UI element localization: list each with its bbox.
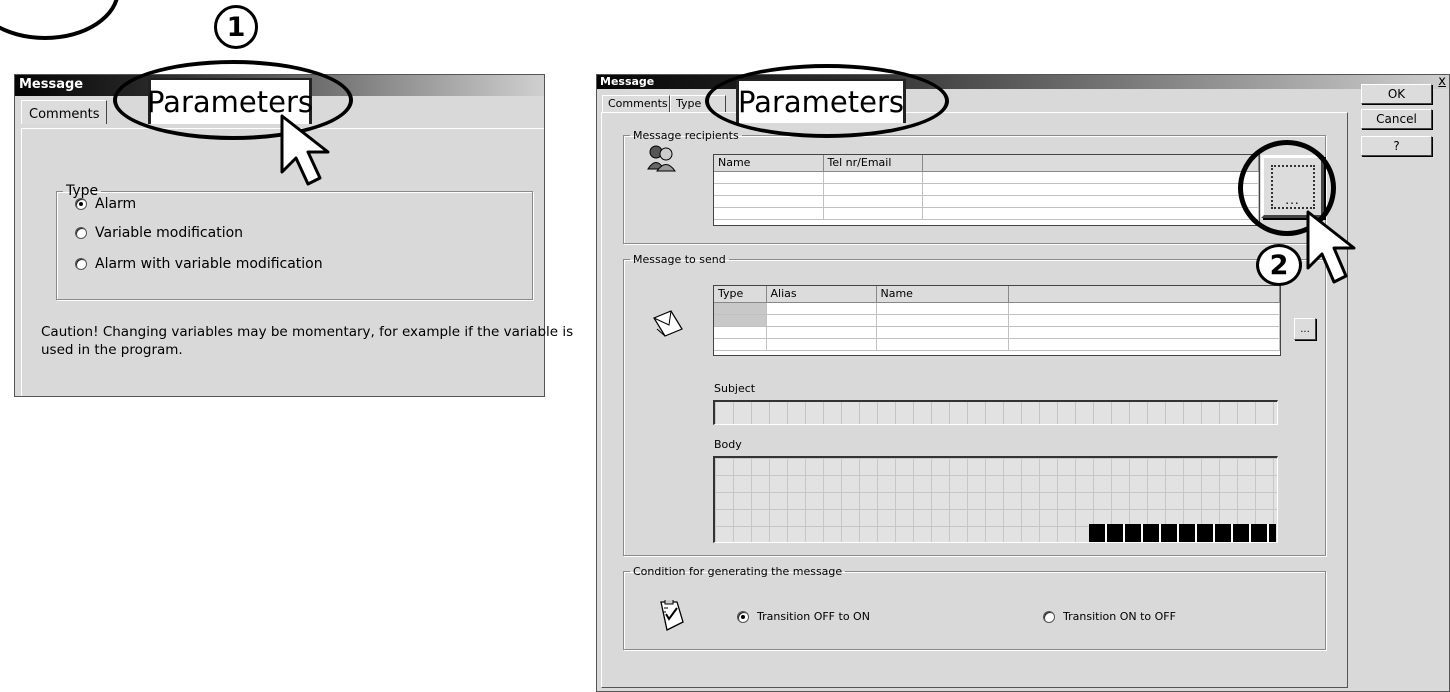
message-column-alias[interactable]: Alias: [766, 286, 877, 303]
subject-label: Subject: [714, 382, 756, 395]
body-text-cursor-block: [1089, 524, 1276, 542]
message-envelope-icon: [653, 310, 683, 337]
recipients-browse-focus: ...: [1270, 164, 1315, 209]
step-circle-fragment: [0, 0, 120, 40]
table-row[interactable]: [714, 195, 1259, 208]
message-column-blank[interactable]: [1008, 286, 1280, 303]
message-to-send-legend: Message to send: [633, 253, 726, 266]
radio-transition-on-to-off-dot: [1043, 610, 1055, 623]
ok-button[interactable]: OK: [1361, 84, 1432, 104]
pointer-cursor-icon: [1306, 210, 1356, 284]
right-message-window: Message x Comments Type OK Cancel ? Mess…: [596, 74, 1450, 692]
message-column-type[interactable]: Type: [714, 286, 767, 303]
tab-type[interactable]: Type: [670, 95, 726, 112]
table-row[interactable]: [714, 171, 1259, 184]
step-marker-2: 2: [1256, 244, 1302, 286]
body-input[interactable]: [713, 456, 1278, 543]
recipients-grid[interactable]: Name Tel nr/Email: [713, 154, 1260, 226]
radio-transition-off-to-on-dot: [737, 610, 749, 623]
recipients-column-blank[interactable]: [922, 155, 1259, 172]
table-row[interactable]: [714, 314, 1280, 327]
radio-alarm-with-variable-modification[interactable]: Alarm with variable modification: [75, 256, 323, 272]
help-button[interactable]: ?: [1361, 136, 1432, 156]
condition-checklist-icon: [660, 600, 684, 631]
right-parameters-tab-callout[interactable]: Parameters: [736, 79, 906, 123]
radio-variable-modification-dot: [75, 227, 87, 239]
table-row[interactable]: [714, 207, 1259, 220]
table-row[interactable]: [714, 302, 1280, 315]
radio-alarm-with-variable-modification-dot: [75, 258, 87, 270]
radio-transition-off-to-on[interactable]: Transition OFF to ON: [737, 610, 870, 623]
subject-input[interactable]: [713, 400, 1278, 425]
table-row[interactable]: [714, 183, 1259, 196]
radio-variable-modification[interactable]: Variable modification: [75, 225, 243, 241]
users-icon: [647, 145, 676, 172]
table-row[interactable]: [714, 326, 1280, 339]
message-variables-grid[interactable]: Type Alias Name: [713, 285, 1281, 356]
caution-text-line-1: Caution! Changing variables may be momen…: [41, 324, 574, 340]
tab-comments[interactable]: Comments: [21, 100, 107, 124]
message-browse-button[interactable]: ...: [1294, 318, 1316, 340]
cancel-button[interactable]: Cancel: [1361, 109, 1432, 129]
body-label: Body: [714, 438, 742, 451]
message-recipients-legend: Message recipients: [633, 129, 739, 142]
condition-legend: Condition for generating the message: [633, 565, 843, 578]
step-marker-1: 1: [214, 5, 258, 49]
left-window-title: Message: [19, 77, 84, 92]
recipients-column-name[interactable]: Name: [714, 155, 824, 172]
radio-alarm-dot: [75, 198, 87, 210]
right-title-bar: Message: [597, 75, 1449, 89]
caution-text-line-2: used in the program.: [41, 342, 183, 358]
table-row[interactable]: [714, 338, 1280, 351]
recipients-column-telnr-email[interactable]: Tel nr/Email: [823, 155, 923, 172]
right-window-title: Message: [600, 75, 655, 88]
radio-alarm[interactable]: Alarm: [75, 196, 136, 212]
radio-transition-on-to-off[interactable]: Transition ON to OFF: [1043, 610, 1176, 623]
tab-comments[interactable]: Comments: [602, 95, 670, 112]
message-column-name[interactable]: Name: [876, 286, 1009, 303]
condition-group: Condition for generating the message: [623, 565, 1326, 650]
close-icon[interactable]: x: [1438, 74, 1446, 89]
pointer-cursor-icon: [280, 114, 330, 186]
